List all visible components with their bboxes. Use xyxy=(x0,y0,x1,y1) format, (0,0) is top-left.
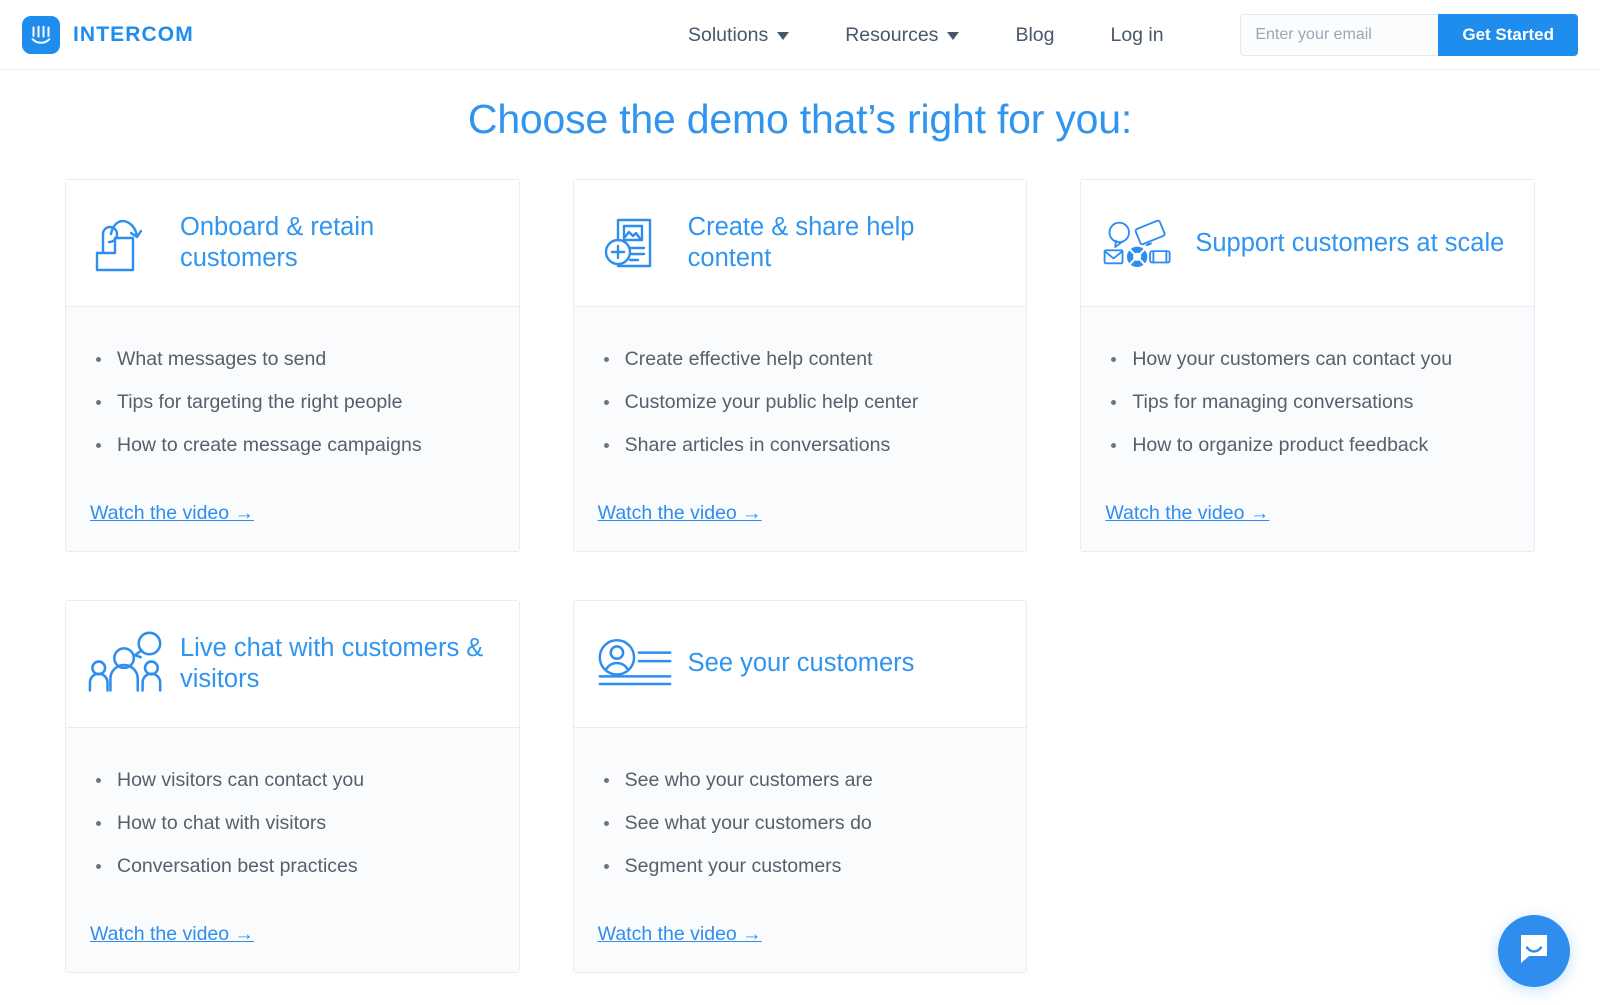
list-item: Tips for targeting the right people xyxy=(90,390,495,415)
chevron-down-icon xyxy=(777,32,790,40)
stairs-arrow-icon xyxy=(88,212,166,274)
messenger-bubble-icon xyxy=(1516,931,1552,972)
watch-the-video-link[interactable]: Watch the video → xyxy=(598,923,762,946)
list-item: How your customers can contact you xyxy=(1105,347,1510,372)
demo-card-support-at-scale[interactable]: Support customers at scale How your cust… xyxy=(1080,179,1535,552)
main-navigation: Solutions Resources Blog Log in xyxy=(660,0,1192,70)
card-title: Support customers at scale xyxy=(1195,228,1505,257)
watch-the-video-link[interactable]: Watch the video → xyxy=(598,502,762,525)
card-title: Onboard & retain customers xyxy=(180,213,375,272)
list-item: Segment your customers xyxy=(598,854,1003,879)
card-body: How your customers can contact you Tips … xyxy=(1081,307,1534,551)
list-item: What messages to send xyxy=(90,347,495,372)
card-bullet-list: How your customers can contact you Tips … xyxy=(1105,347,1510,458)
card-header: Live chat with customers & visitors xyxy=(66,600,519,728)
nav-label: Resources xyxy=(845,23,939,46)
watch-the-video-link[interactable]: Watch the video → xyxy=(1105,502,1269,525)
signup-form: Get Started xyxy=(1240,14,1578,56)
list-item: How visitors can contact you xyxy=(90,768,495,793)
demo-card-onboard-retain[interactable]: Onboard & retain customers What messages… xyxy=(65,179,520,552)
card-body: How visitors can contact you How to chat… xyxy=(66,727,519,972)
nav-item-resources[interactable]: Resources xyxy=(817,24,987,47)
nav-item-solutions[interactable]: Solutions xyxy=(660,24,817,47)
card-body: What messages to send Tips for targeting… xyxy=(66,307,519,551)
card-bullet-list: Create effective help content Customize … xyxy=(598,347,1003,458)
chevron-down-icon xyxy=(947,32,960,40)
list-item: Create effective help content xyxy=(598,347,1003,372)
nav-label: Solutions xyxy=(688,23,769,46)
nav-item-login[interactable]: Log in xyxy=(1082,24,1191,47)
watch-the-video-link[interactable]: Watch the video → xyxy=(90,502,254,525)
card-bullet-list: How visitors can contact you How to chat… xyxy=(90,768,495,879)
demo-card-grid: Onboard & retain customers What messages… xyxy=(65,179,1535,973)
card-title: Live chat with customers & visitors xyxy=(180,634,484,693)
nav-label: Blog xyxy=(1015,23,1055,46)
nav-label: Log in xyxy=(1110,23,1164,46)
list-item: Customize your public help center xyxy=(598,390,1003,415)
brand-logo-link[interactable]: INTERCOM xyxy=(22,15,194,54)
card-bullet-list: See who your customers are See what your… xyxy=(598,768,1003,879)
list-item: Share articles in conversations xyxy=(598,433,1003,458)
messenger-launcher-button[interactable] xyxy=(1498,915,1570,987)
card-body: Create effective help content Customize … xyxy=(573,307,1027,551)
card-header: Support customers at scale xyxy=(1081,180,1534,307)
document-plus-icon xyxy=(596,212,674,274)
card-header: See your customers xyxy=(573,600,1027,728)
card-body: See who your customers are See what your… xyxy=(573,727,1027,972)
list-item: See what your customers do xyxy=(598,811,1003,836)
demo-card-see-customers[interactable]: See your customers See who your customer… xyxy=(572,599,1028,973)
nav-item-blog[interactable]: Blog xyxy=(987,24,1082,47)
user-profile-lines-icon xyxy=(596,635,674,693)
intercom-logo-icon xyxy=(22,15,60,54)
list-item: Conversation best practices xyxy=(90,854,495,879)
card-title: See your customers xyxy=(687,649,915,678)
card-header: Onboard & retain customers xyxy=(66,180,519,307)
brand-name: INTERCOM xyxy=(73,22,194,46)
card-bullet-list: What messages to send Tips for targeting… xyxy=(90,347,495,458)
list-item: How to create message campaigns xyxy=(90,433,495,458)
demo-card-live-chat[interactable]: Live chat with customers & visitors How … xyxy=(65,599,520,973)
demo-card-help-content[interactable]: Create & share help content Create effec… xyxy=(572,179,1028,552)
card-title: Create & share help content xyxy=(687,213,915,272)
get-started-button[interactable]: Get Started xyxy=(1438,14,1578,56)
watch-the-video-link[interactable]: Watch the video → xyxy=(90,923,254,946)
page-title: Choose the demo that’s right for you: xyxy=(467,96,1133,142)
list-item: Tips for managing conversations xyxy=(1105,390,1510,415)
list-item: How to organize product feedback xyxy=(1105,433,1510,458)
list-item: How to chat with visitors xyxy=(90,811,495,836)
card-header: Create & share help content xyxy=(573,180,1027,307)
support-channels-icon xyxy=(1103,212,1181,274)
list-item: See who your customers are xyxy=(598,768,1003,793)
site-header: INTERCOM Solutions Resources Blog Log in… xyxy=(0,0,1600,70)
email-field[interactable] xyxy=(1240,14,1439,56)
people-chat-icon xyxy=(88,631,166,697)
